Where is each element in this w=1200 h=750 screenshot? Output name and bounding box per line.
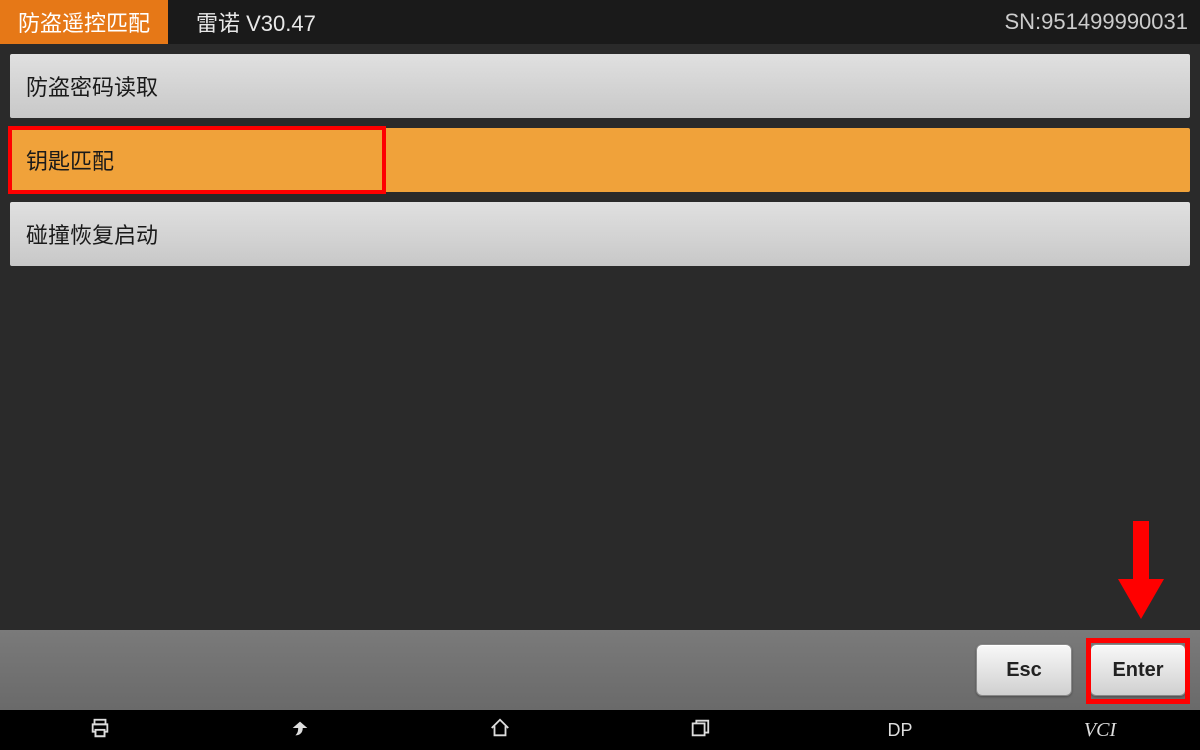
enter-button[interactable]: Enter (1090, 644, 1186, 696)
menu-item-crash-recovery[interactable]: 碰撞恢复启动 (10, 202, 1190, 266)
printer-icon (89, 717, 111, 744)
footer-toolbar: Esc Enter (0, 630, 1200, 710)
nav-home-button[interactable] (400, 710, 600, 750)
header-title: 雷诺 V30.47 (196, 6, 316, 38)
home-icon (489, 717, 511, 744)
esc-button[interactable]: Esc (976, 644, 1072, 696)
nav-dp-label: DP (887, 720, 912, 741)
menu-item-key-match[interactable]: 钥匙匹配 (10, 128, 1190, 192)
nav-vci-button[interactable]: VCI (1000, 710, 1200, 750)
menu-item-label: 碰撞恢复启动 (26, 218, 158, 250)
header-serial-number: SN:951499990031 (1005, 9, 1189, 35)
header-tag: 防盗遥控匹配 (0, 0, 168, 44)
back-icon (289, 717, 311, 744)
annotation-arrow-icon (1116, 521, 1166, 626)
menu-item-read-code[interactable]: 防盗密码读取 (10, 54, 1190, 118)
nav-back-button[interactable] (200, 710, 400, 750)
recent-apps-icon (689, 717, 711, 744)
menu-item-label: 防盗密码读取 (26, 70, 158, 102)
nav-dp-button[interactable]: DP (800, 710, 1000, 750)
button-label: Esc (1006, 659, 1042, 682)
menu-list: 防盗密码读取 钥匙匹配 碰撞恢复启动 (0, 44, 1200, 266)
button-label: Enter (1112, 659, 1163, 682)
nav-print-button[interactable] (0, 710, 200, 750)
app-header: 防盗遥控匹配 雷诺 V30.47 SN:951499990031 (0, 0, 1200, 44)
menu-item-label: 钥匙匹配 (26, 144, 114, 176)
nav-recent-button[interactable] (600, 710, 800, 750)
system-nav-bar: DP VCI (0, 710, 1200, 750)
nav-vci-label: VCI (1084, 719, 1116, 742)
